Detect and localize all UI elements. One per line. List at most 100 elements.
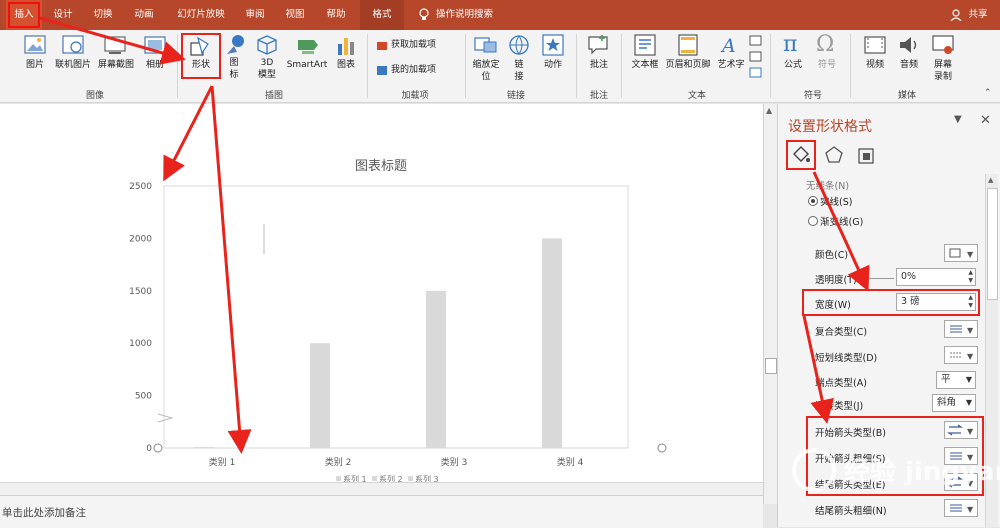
- picture-icon: [24, 35, 46, 54]
- wordart-button[interactable]: 艺术字: [714, 60, 748, 71]
- transparency-spinbox[interactable]: 0% ▲ ▼: [896, 268, 976, 286]
- share-button[interactable]: 共享: [964, 0, 992, 30]
- header-footer-icon: [678, 34, 698, 56]
- compound-type-dropdown[interactable]: ▼: [944, 320, 978, 338]
- lines-icon: ▼: [950, 325, 974, 335]
- chart-resize-handle[interactable]: [657, 443, 667, 453]
- close-pane-icon[interactable]: ✕: [980, 113, 991, 128]
- legend-label[interactable]: 系列 3: [415, 474, 439, 482]
- effects-pentagon-icon[interactable]: [825, 146, 843, 164]
- bar[interactable]: [194, 447, 214, 448]
- album-button[interactable]: 相册: [142, 60, 168, 71]
- tab-design[interactable]: 设计: [48, 0, 78, 30]
- scroll-thumb[interactable]: [765, 358, 777, 374]
- group-label-illustrations: 插图: [264, 91, 283, 101]
- tab-animations[interactable]: 动画: [128, 0, 160, 30]
- screen-recording-line1[interactable]: 屏幕: [928, 60, 958, 71]
- header-footer-button[interactable]: 页眉和页脚: [662, 60, 714, 71]
- scroll-up-icon[interactable]: ▲: [766, 106, 772, 115]
- audio-button[interactable]: 音频: [894, 60, 924, 71]
- tab-insert[interactable]: 插入: [6, 0, 42, 30]
- wordart-icon: A: [720, 35, 736, 56]
- gradient-line-radio[interactable]: [808, 216, 818, 226]
- icons-icon: [227, 35, 244, 54]
- shapes-highlight-box: [181, 33, 221, 79]
- pane-scroll-up-icon[interactable]: ▲: [988, 176, 993, 184]
- icons-button-line1[interactable]: 图: [224, 58, 244, 69]
- y-tick-label: 0: [146, 444, 152, 454]
- tab-format[interactable]: 格式: [360, 0, 404, 30]
- pane-options-icon[interactable]: ▼: [954, 114, 962, 125]
- bar[interactable]: [542, 238, 562, 448]
- notes-area[interactable]: 单击此处添加备注: [0, 495, 763, 528]
- tab-review[interactable]: 审阅: [240, 0, 270, 30]
- tab-help[interactable]: 帮助: [320, 0, 352, 30]
- album-icon: [144, 36, 166, 54]
- chart[interactable]: 图表标题 0 500 1000 1500 2000 2500 类别 1 类别 2 类别 3 类别…: [0, 104, 763, 482]
- tab-transitions[interactable]: 切换: [88, 0, 118, 30]
- chart-title[interactable]: 图表标题: [355, 159, 407, 174]
- chart-side-handle[interactable]: [157, 413, 174, 423]
- bar[interactable]: [310, 343, 330, 448]
- 3d-model-button-line2[interactable]: 模型: [254, 70, 280, 81]
- solid-line-radio[interactable]: [808, 196, 818, 206]
- tab-slideshow[interactable]: 幻灯片放映: [170, 0, 232, 30]
- tell-me-search[interactable]: 操作说明搜索: [436, 0, 506, 30]
- screenshot-button[interactable]: 屏幕截图: [94, 60, 138, 71]
- group-divider: [770, 34, 771, 98]
- person-icon: [950, 9, 962, 21]
- line-color-dropdown[interactable]: ▼: [944, 244, 978, 262]
- icons-button-line2[interactable]: 标: [224, 70, 244, 81]
- size-properties-icon[interactable]: [858, 146, 876, 164]
- legend-swatch[interactable]: [372, 476, 377, 481]
- 3d-model-button-line1[interactable]: 3D: [254, 58, 280, 69]
- pane-scroll-thumb[interactable]: [987, 188, 998, 300]
- legend-swatch[interactable]: [408, 476, 413, 481]
- no-line-radio-label[interactable]: 无线条(N): [806, 178, 849, 192]
- video-button[interactable]: 视频: [860, 60, 890, 71]
- link-button-line2[interactable]: 接: [510, 72, 528, 83]
- color-label: 颜色(C): [815, 250, 849, 261]
- zoom-button-line2[interactable]: 位: [468, 72, 504, 83]
- group-label-images: 图像: [85, 91, 104, 101]
- screen-recording-line2[interactable]: 录制: [928, 72, 958, 83]
- smartart-button[interactable]: SmartArt: [284, 60, 330, 71]
- action-button[interactable]: 动作: [538, 60, 568, 71]
- cap-type-dropdown[interactable]: 平 ▼: [936, 371, 976, 389]
- comment-button[interactable]: 批注: [584, 60, 614, 71]
- get-addins-button[interactable]: 获取加载项: [391, 40, 451, 51]
- online-picture-button[interactable]: 联机图片: [52, 60, 94, 71]
- group-label-text: 文本: [687, 91, 706, 101]
- transparency-label: 透明度(T): [815, 275, 857, 286]
- symbol-button[interactable]: 符号: [812, 60, 842, 71]
- zoom-button-line1[interactable]: 缩放定: [468, 60, 504, 71]
- transparency-slider[interactable]: [866, 278, 894, 279]
- group-label-comments: 批注: [589, 91, 608, 101]
- screenshot-icon: [104, 36, 126, 54]
- equation-button[interactable]: 公式: [778, 60, 808, 71]
- tab-view[interactable]: 视图: [280, 0, 310, 30]
- legend-label[interactable]: 系列 2: [379, 474, 403, 482]
- join-type-dropdown[interactable]: 斜角 ▼: [932, 394, 976, 412]
- textbox-button[interactable]: 文本框: [628, 60, 662, 71]
- collapse-ribbon-icon[interactable]: ⌃: [984, 88, 992, 98]
- my-addins-button[interactable]: 我的加载项: [391, 65, 453, 76]
- chart-resize-handle[interactable]: [153, 443, 163, 453]
- picture-button[interactable]: 图片: [20, 60, 50, 71]
- legend-swatch[interactable]: [336, 476, 341, 481]
- chart-button[interactable]: 图表: [332, 60, 360, 71]
- dash-type-dropdown[interactable]: ▼: [944, 346, 978, 364]
- fill-line-highlight-box: [786, 140, 816, 170]
- y-tick-label: 1500: [129, 287, 152, 297]
- horizontal-scrollbar[interactable]: [0, 482, 763, 495]
- ribbon: 图片 联机图片 屏幕截图 相册 图像 形状 图 标 3D 模型 SmartArt…: [0, 30, 1000, 103]
- slide-canvas[interactable]: 图表标题 0 500 1000 1500 2000 2500 类别 1 类别 2 类别 3 类别…: [0, 104, 763, 482]
- cap-type-value: 平: [941, 374, 951, 385]
- omega-icon: Ω: [816, 32, 835, 57]
- textbox-icon: [634, 34, 656, 56]
- legend-label[interactable]: 系列 1: [343, 474, 367, 482]
- bar[interactable]: [426, 290, 446, 448]
- link-button-line1[interactable]: 链: [510, 60, 528, 71]
- vertical-scrollbar[interactable]: ▲: [763, 104, 777, 504]
- smartart-icon: [298, 40, 318, 54]
